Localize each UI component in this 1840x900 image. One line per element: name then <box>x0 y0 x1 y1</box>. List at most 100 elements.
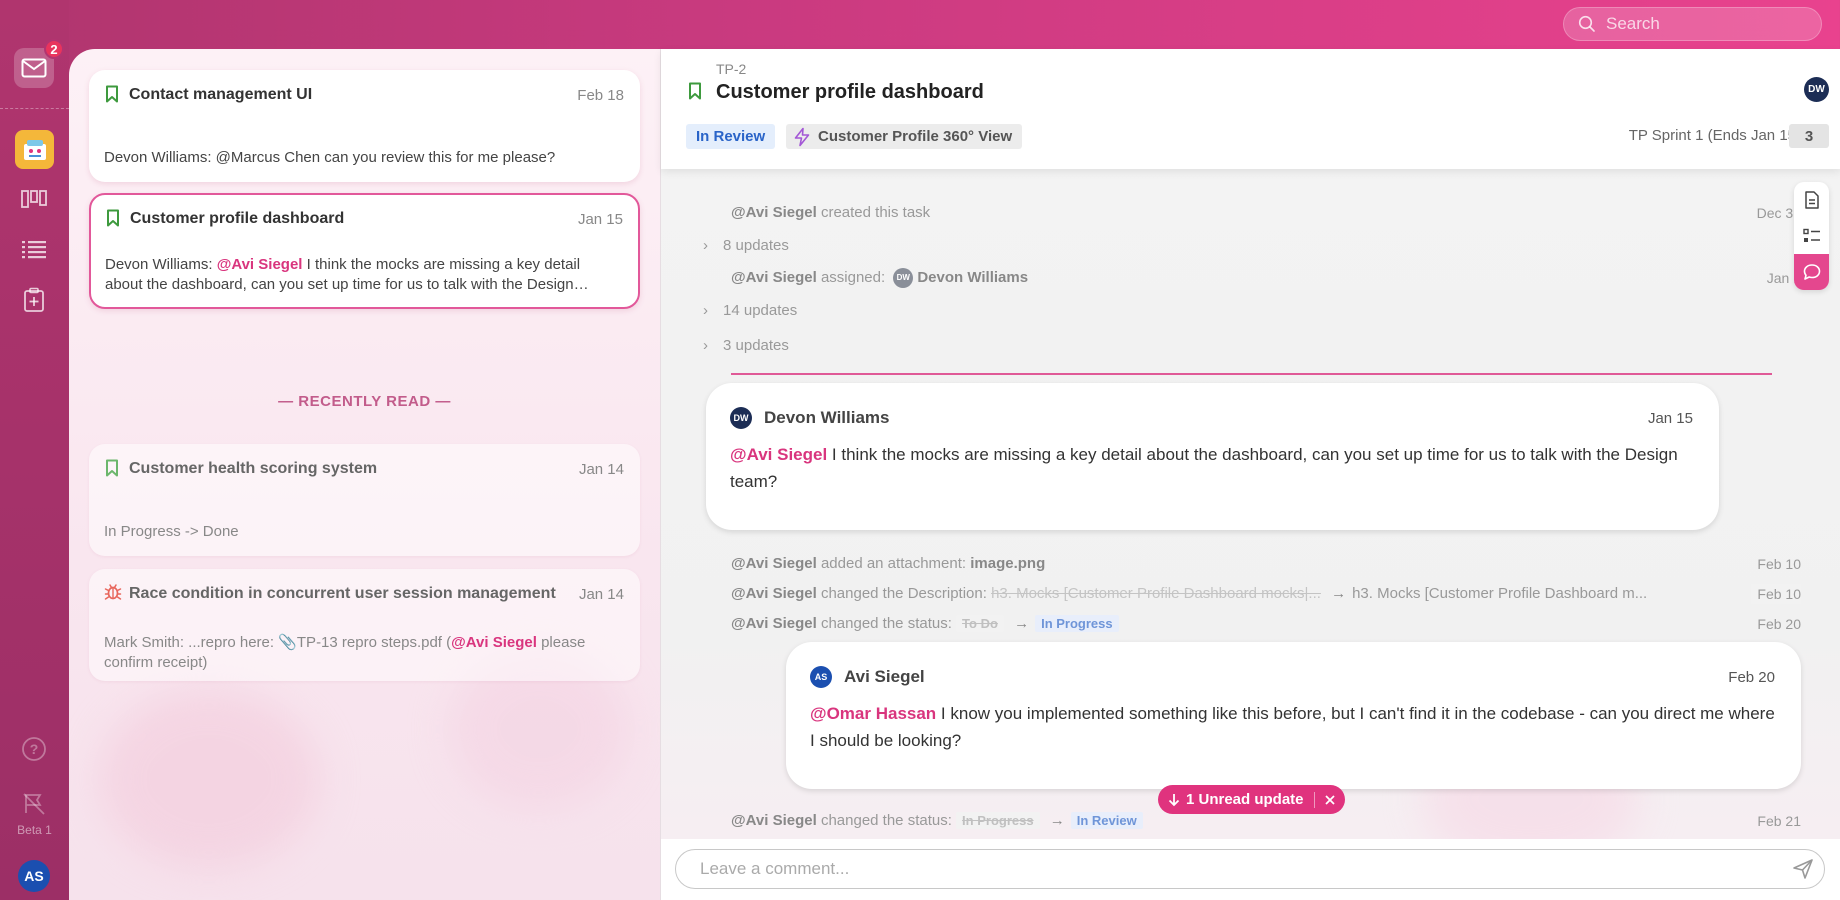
search-input[interactable]: Search <box>1563 7 1822 41</box>
mail-icon <box>21 58 47 78</box>
status-badge[interactable]: In Review <box>686 124 776 149</box>
sprint-label[interactable]: TP Sprint 1 (Ends Jan 15) <box>1629 127 1801 144</box>
comment-placeholder: Leave a comment... <box>700 859 850 878</box>
card-date: Jan 15 <box>577 211 623 228</box>
comment-card: AS Avi Siegel Feb 20 @Omar Hassan I know… <box>786 642 1801 789</box>
card-body: In Progress -> Done <box>104 523 239 540</box>
list-button[interactable] <box>14 229 54 269</box>
comment-author[interactable]: Avi Siegel <box>844 667 925 687</box>
bookmark-icon <box>688 82 702 105</box>
activity-description: @Avi Siegel changed the Description: h3.… <box>731 584 1801 604</box>
workspace-logo[interactable] <box>15 130 54 169</box>
unread-update-pill[interactable]: 1 Unread update <box>1158 785 1345 814</box>
bookmark-icon <box>105 459 119 482</box>
activity-created: @Avi Siegel created this task Dec 31 <box>731 204 1801 221</box>
inbox-card-read[interactable]: Race condition in concurrent user sessio… <box>89 569 640 681</box>
card-date: Jan 14 <box>578 461 624 478</box>
updates-toggle[interactable]: › 8 updates <box>703 236 789 256</box>
clipboard-plus-icon <box>24 287 44 312</box>
activity-date: Feb 10 <box>1751 584 1801 604</box>
rail-divider <box>0 108 69 109</box>
mention[interactable]: @Omar Hassan <box>810 704 936 723</box>
list-icon <box>22 241 46 259</box>
activity-feed: @Avi Siegel created this task Dec 31 › 8 … <box>661 169 1840 839</box>
checklist-icon <box>1802 228 1820 242</box>
details-tab[interactable] <box>1794 218 1829 254</box>
inbox-card-read[interactable]: Customer health scoring system Jan 14 In… <box>89 444 640 556</box>
beta-feedback-button[interactable] <box>14 784 54 824</box>
epic-badge[interactable]: Customer Profile 360° View <box>786 124 1023 149</box>
updates-toggle[interactable]: › 14 updates <box>703 301 797 321</box>
search-placeholder: Search <box>1606 14 1660 33</box>
chevron-right-icon: › <box>703 337 708 354</box>
send-button[interactable] <box>1792 858 1814 885</box>
comment-card: DW Devon Williams Jan 15 @Avi Siegel I t… <box>706 383 1719 530</box>
card-body: Devon Williams: @Avi Siegel I think the … <box>105 256 589 293</box>
send-icon <box>1793 859 1813 879</box>
activity-date: Feb 21 <box>1757 813 1801 829</box>
new-status: In Progress <box>1035 615 1119 632</box>
comment-body: @Avi Siegel I think the mocks are missin… <box>730 445 1678 491</box>
attachment-link[interactable]: image.png <box>970 555 1045 572</box>
avatar: DW <box>893 268 914 289</box>
unread-divider <box>731 373 1772 375</box>
close-icon[interactable] <box>1324 794 1335 805</box>
help-button[interactable]: ? <box>14 729 54 769</box>
flag-off-icon <box>23 793 45 815</box>
comment-input[interactable]: Leave a comment... <box>675 849 1825 889</box>
comment-body: @Omar Hassan I know you implemented some… <box>810 704 1775 750</box>
arrow-down-icon <box>1168 793 1180 806</box>
recently-read-label: — RECENTLY READ — <box>278 393 451 410</box>
unread-label: 1 Unread update <box>1186 791 1304 808</box>
inbox-badge: 2 <box>44 39 64 59</box>
left-rail: 2 ? Beta 1 AS <box>0 0 69 900</box>
new-status: In Review <box>1070 812 1143 829</box>
card-title: Customer health scoring system <box>129 460 378 477</box>
assignee-avatar[interactable]: DW <box>1804 77 1829 102</box>
activity-date: Feb 10 <box>1757 556 1801 572</box>
inbox-card[interactable]: Contact management UI Feb 18 Devon Willi… <box>89 70 640 182</box>
separator <box>1313 791 1315 808</box>
add-task-button[interactable] <box>14 280 54 320</box>
comment-author[interactable]: Devon Williams <box>764 408 890 428</box>
arrow-icon: → <box>1049 812 1065 829</box>
card-title: Customer profile dashboard <box>130 210 345 227</box>
inbox-panel: Contact management UI Feb 18 Devon Willi… <box>69 49 660 900</box>
search-icon <box>1578 15 1595 32</box>
mention[interactable]: @Avi Siegel <box>217 256 303 273</box>
side-toolbar <box>1794 182 1829 290</box>
activity-status-change: @Avi Siegel changed the status: In Progr… <box>731 812 1801 829</box>
chevron-right-icon: › <box>703 237 708 254</box>
mention[interactable]: @Avi Siegel <box>451 634 537 651</box>
bug-icon <box>104 583 122 606</box>
activity-attachment: @Avi Siegel added an attachment: image.p… <box>731 555 1801 572</box>
updates-toggle[interactable]: › 3 updates <box>703 336 789 356</box>
comment-date: Feb 20 <box>1728 669 1775 686</box>
task-key[interactable]: TP-2 <box>716 61 746 77</box>
bookmark-icon <box>105 85 119 108</box>
user-avatar[interactable]: AS <box>18 860 50 892</box>
card-body: Mark Smith: ...repro here: 📎TP-13 repro … <box>104 634 586 671</box>
old-status: To Do <box>956 615 1004 632</box>
activity-status-change: @Avi Siegel changed the status: To Do → I… <box>731 615 1801 632</box>
bookmark-icon <box>106 209 120 232</box>
mention[interactable]: @Avi Siegel <box>730 445 827 464</box>
help-icon: ? <box>22 737 46 761</box>
task-header: TP-2 Customer profile dashboard DW In Re… <box>661 49 1840 169</box>
description-tab[interactable] <box>1794 182 1829 218</box>
activity-tab[interactable] <box>1794 254 1829 290</box>
story-points[interactable]: 3 <box>1789 124 1829 148</box>
board-button[interactable] <box>14 179 54 219</box>
epic-label: Customer Profile 360° View <box>818 128 1013 145</box>
card-date: Feb 18 <box>577 87 624 104</box>
task-title: Customer profile dashboard <box>716 81 984 103</box>
arrow-icon: → <box>1014 615 1030 632</box>
inbox-card-selected[interactable]: Customer profile dashboard Jan 15 Devon … <box>89 193 640 309</box>
background-blob <box>99 689 319 869</box>
card-body: Devon Williams: @Marcus Chen can you rev… <box>104 149 556 166</box>
board-icon <box>21 190 47 208</box>
avatar: AS <box>810 666 832 688</box>
arrow-icon: → <box>1331 585 1347 602</box>
top-bar: Search <box>0 0 1840 49</box>
beta-label: Beta 1 <box>17 823 52 837</box>
